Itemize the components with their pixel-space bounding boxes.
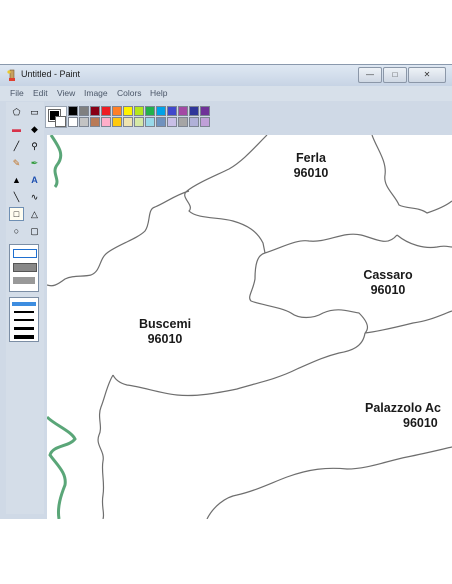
- border-ferla-south: [264, 233, 398, 254]
- palette-swatch[interactable]: [90, 106, 100, 116]
- line-width-options[interactable]: [9, 297, 39, 342]
- menu-help[interactable]: Help: [150, 88, 167, 98]
- palette-swatch[interactable]: [134, 117, 144, 127]
- town-buscemi-code: 96010: [147, 332, 183, 346]
- palette-swatch[interactable]: [123, 106, 133, 116]
- palette-swatch[interactable]: [145, 117, 155, 127]
- toolbox: ⬠ ▭ ▬ ◆ ╱ ⚲ ✎ ✒ ▲ A ╲ ∿ □ △ ○ ▢: [6, 102, 44, 514]
- menu-image[interactable]: Image: [84, 88, 108, 98]
- town-palazzolo-name: Palazzolo Ac: [365, 401, 441, 415]
- brush-icon[interactable]: ✒: [27, 156, 42, 170]
- menu-colors[interactable]: Colors: [117, 88, 142, 98]
- minimize-button[interactable]: —: [358, 67, 382, 83]
- border-ferla-east: [371, 135, 452, 214]
- fill-only-style[interactable]: [13, 277, 35, 284]
- town-palazzolo-code: 96010: [403, 416, 438, 430]
- palette-swatch[interactable]: [79, 117, 89, 127]
- town-cassaro-name: Cassaro: [363, 268, 413, 282]
- magnifier-icon[interactable]: ⚲: [27, 139, 42, 153]
- palette-swatch[interactable]: [134, 106, 144, 116]
- palette-swatch[interactable]: [112, 106, 122, 116]
- text-tool-icon[interactable]: A: [27, 173, 42, 187]
- palette-swatch[interactable]: [167, 106, 177, 116]
- outline-fill-style[interactable]: [13, 263, 37, 272]
- town-palazzolo: Palazzolo Ac 96010: [365, 401, 452, 431]
- town-cassaro: Cassaro 96010: [351, 268, 425, 298]
- border-cassaro-south: [364, 310, 452, 334]
- town-buscemi-name: Buscemi: [138, 317, 192, 331]
- border-palazzolo-south: [206, 446, 452, 519]
- line-width-1[interactable]: [12, 302, 36, 306]
- free-form-select-icon[interactable]: ⬠: [9, 105, 24, 119]
- palette-swatch[interactable]: [112, 117, 122, 127]
- maximize-button[interactable]: □: [383, 67, 407, 83]
- border-ferla-west: [184, 135, 268, 254]
- drawing-canvas[interactable]: Ferla 96010 Cassaro 96010 Buscemi 96010 …: [47, 135, 452, 519]
- border-cassaro-west: [249, 252, 369, 334]
- palette-swatch[interactable]: [189, 106, 199, 116]
- palette-swatch[interactable]: [90, 117, 100, 127]
- ellipse-tool-icon[interactable]: ○: [9, 224, 24, 238]
- border-palazzolo-west: [97, 374, 114, 519]
- eraser-icon[interactable]: ▬: [9, 122, 24, 136]
- airbrush-icon[interactable]: ▲: [9, 173, 24, 187]
- map-drawing: [47, 135, 452, 519]
- town-ferla: Ferla 96010: [281, 151, 341, 181]
- palette-swatch[interactable]: [200, 106, 210, 116]
- border-cassaro-east: [396, 234, 452, 249]
- current-colors[interactable]: [45, 106, 67, 128]
- rounded-rect-tool-icon[interactable]: ▢: [27, 224, 42, 238]
- paint-app-icon: [7, 69, 15, 81]
- palette-swatch[interactable]: [123, 117, 133, 127]
- rectangle-tool-icon[interactable]: □: [9, 207, 24, 221]
- palette-swatch[interactable]: [178, 117, 188, 127]
- palette-swatch[interactable]: [145, 106, 155, 116]
- fill-bucket-icon[interactable]: ◆: [27, 122, 42, 136]
- menu-view[interactable]: View: [57, 88, 75, 98]
- title-bar[interactable]: Untitled - Paint — □ ✕: [0, 65, 452, 86]
- color-palette: [44, 102, 234, 132]
- town-cassaro-code: 96010: [370, 283, 406, 297]
- line-width-2[interactable]: [14, 311, 34, 313]
- menu-file[interactable]: File: [10, 88, 24, 98]
- polygon-tool-icon[interactable]: △: [27, 207, 42, 221]
- menu-bar: File Edit View Image Colors Help: [0, 86, 452, 101]
- menu-edit[interactable]: Edit: [33, 88, 48, 98]
- palette-swatch[interactable]: [68, 117, 78, 127]
- coastline-lower: [47, 415, 77, 519]
- curve-tool-icon[interactable]: ∿: [27, 190, 42, 204]
- palette-swatch[interactable]: [178, 106, 188, 116]
- paint-window: Untitled - Paint — □ ✕ File Edit View Im…: [0, 64, 452, 519]
- window-controls: — □ ✕: [358, 67, 446, 83]
- palette-swatch[interactable]: [189, 117, 199, 127]
- background-color[interactable]: [55, 116, 66, 127]
- coastline-upper: [49, 135, 63, 188]
- line-width-4[interactable]: [14, 327, 34, 330]
- rect-select-icon[interactable]: ▭: [27, 105, 42, 119]
- palette-swatch[interactable]: [79, 106, 89, 116]
- color-picker-icon[interactable]: ╱: [9, 139, 24, 153]
- fill-style-options[interactable]: [9, 244, 39, 292]
- line-tool-icon[interactable]: ╲: [9, 190, 24, 204]
- palette-swatch[interactable]: [167, 117, 177, 127]
- town-ferla-code: 96010: [293, 166, 329, 180]
- palette-swatch[interactable]: [156, 106, 166, 116]
- outline-style[interactable]: [13, 249, 37, 258]
- window-title: Untitled - Paint: [21, 69, 81, 79]
- town-buscemi: Buscemi 96010: [125, 317, 205, 347]
- palette-swatch[interactable]: [156, 117, 166, 127]
- palette-swatch[interactable]: [200, 117, 210, 127]
- palette-swatch[interactable]: [68, 106, 78, 116]
- line-width-5[interactable]: [14, 335, 34, 339]
- pencil-icon[interactable]: ✎: [9, 156, 24, 170]
- close-button[interactable]: ✕: [408, 67, 446, 83]
- town-ferla-name: Ferla: [296, 151, 326, 165]
- palette-swatch[interactable]: [101, 117, 111, 127]
- palette-swatch[interactable]: [101, 106, 111, 116]
- line-width-3[interactable]: [14, 319, 34, 321]
- border-buscemi-north: [47, 190, 190, 287]
